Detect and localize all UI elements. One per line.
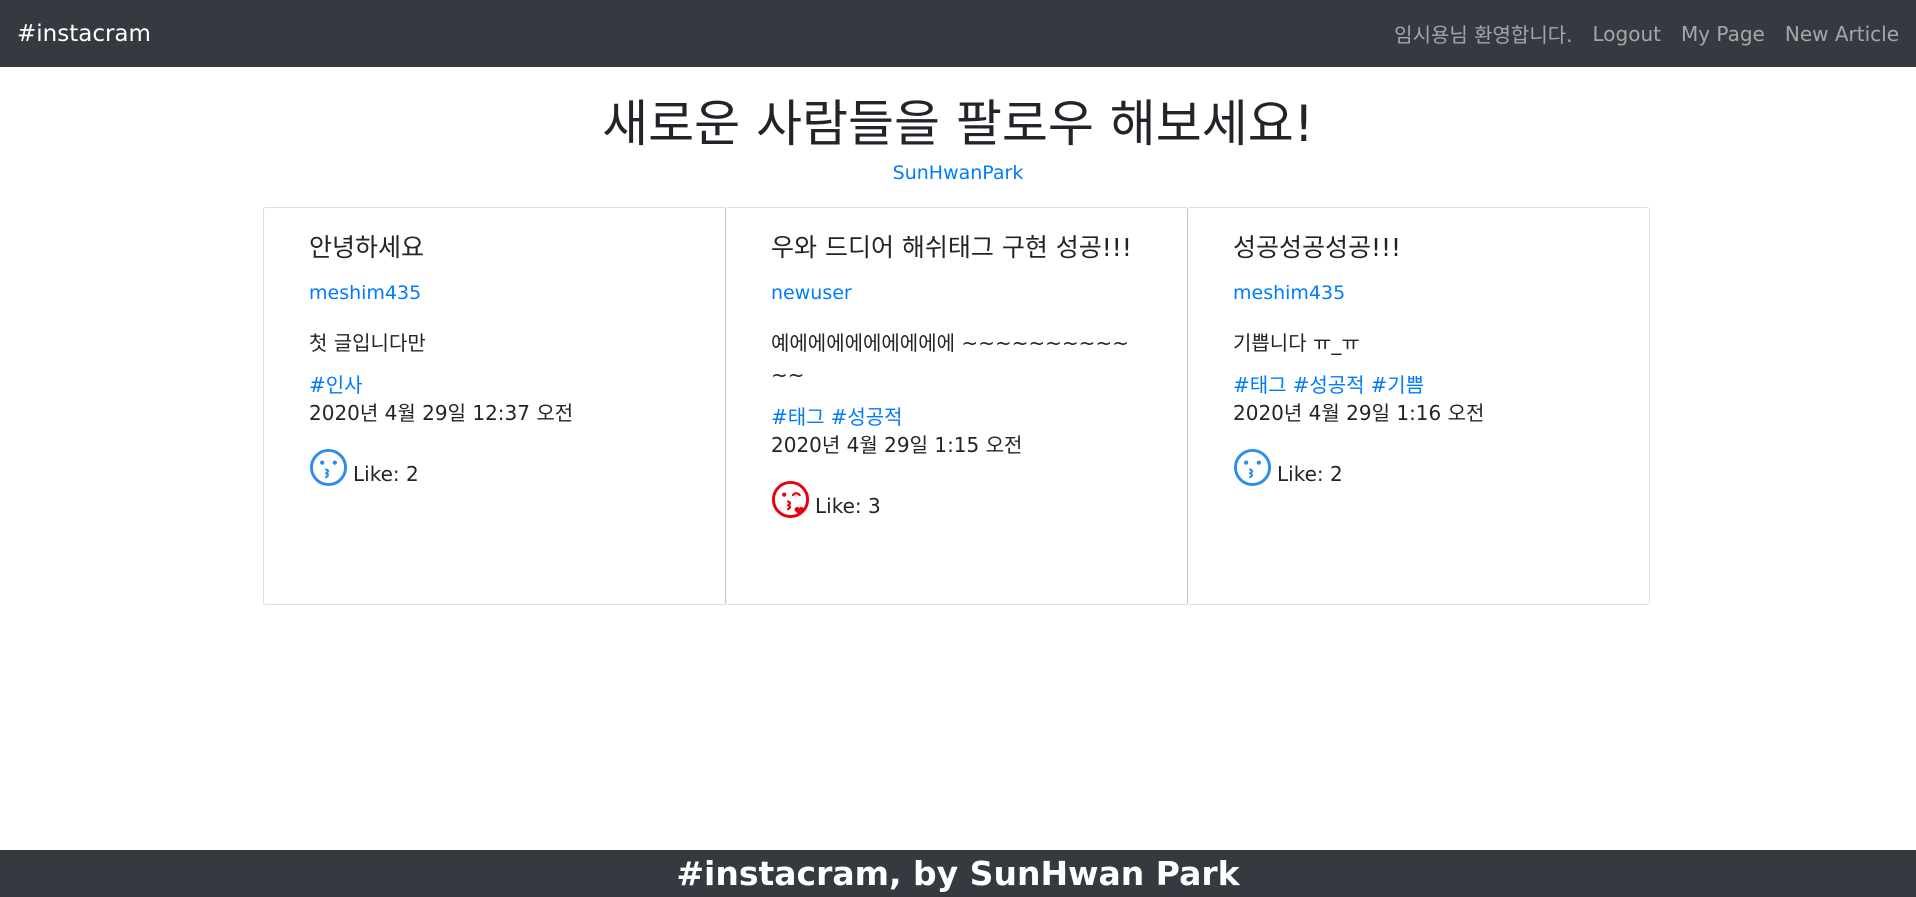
article-card: 성공성공성공!!! meshim435 기쁩니다 ㅠ_ㅠ #태그 #성공적 #기쁨 … xyxy=(1187,207,1650,605)
article-date: 2020년 4월 29일 12:37 오전 xyxy=(309,401,574,425)
article-title: 우와 드디어 해쉬태그 구현 성공!!! xyxy=(771,233,1132,262)
kissing-face-icon[interactable] xyxy=(309,448,348,487)
suggested-user-link[interactable]: SunHwanPark xyxy=(0,162,1916,184)
like-count: Like: 2 xyxy=(1277,462,1343,486)
footer: #instacram, by SunHwan Park xyxy=(0,850,1916,897)
article-title: 안녕하세요 xyxy=(309,233,425,262)
new-article-link[interactable]: New Article xyxy=(1785,22,1899,46)
article-author-link[interactable]: newuser xyxy=(771,281,1142,305)
article-body: 예에에에에에에에에에 ~~~~~~~~~~~~ xyxy=(771,331,1129,387)
hashtag-link[interactable]: #태그 xyxy=(771,404,825,430)
nav-right: 임시용님 환영합니다. Logout My Page New Article xyxy=(1394,19,1899,48)
article-tags: #인사 xyxy=(309,372,680,398)
article-author-link[interactable]: meshim435 xyxy=(309,281,680,305)
article-author-link[interactable]: meshim435 xyxy=(1233,281,1604,305)
article-card: 우와 드디어 해쉬태그 구현 성공!!! newuser 예에에에에에에에에에 … xyxy=(725,207,1188,605)
article-body: 기쁩니다 ㅠ_ㅠ xyxy=(1233,331,1360,355)
article-tags: #태그 #성공적 xyxy=(771,404,1142,430)
article-body: 첫 글입니다만 xyxy=(309,331,426,355)
hashtag-link[interactable]: #성공적 xyxy=(831,404,903,430)
page-title: 새로운 사람들을 팔로우 해보세요! xyxy=(602,95,1314,153)
hashtag-link[interactable]: #인사 xyxy=(309,372,363,398)
hashtag-link[interactable]: #기쁨 xyxy=(1371,372,1425,398)
article-date: 2020년 4월 29일 1:16 오전 xyxy=(1233,401,1485,425)
like-row: Like: 2 xyxy=(309,448,680,487)
hashtag-link[interactable]: #성공적 xyxy=(1293,372,1365,398)
kissing-face-icon[interactable] xyxy=(1233,448,1272,487)
welcome-text: 임시용님 환영합니다. xyxy=(1394,23,1573,47)
article-title: 성공성공성공!!! xyxy=(1233,233,1402,262)
like-row: Like: 2 xyxy=(1233,448,1604,487)
article-date: 2020년 4월 29일 1:15 오전 xyxy=(771,433,1023,457)
brand-link[interactable]: #instacram xyxy=(17,21,151,47)
article-card: 안녕하세요 meshim435 첫 글입니다만 #인사 2020년 4월 29일… xyxy=(263,207,726,605)
article-cards: 안녕하세요 meshim435 첫 글입니다만 #인사 2020년 4월 29일… xyxy=(263,207,1652,605)
my-page-link[interactable]: My Page xyxy=(1681,22,1765,46)
logout-link[interactable]: Logout xyxy=(1593,22,1661,46)
like-count: Like: 2 xyxy=(353,462,419,486)
like-row: Like: 3 xyxy=(771,480,1142,519)
hashtag-link[interactable]: #태그 xyxy=(1233,372,1287,398)
like-count: Like: 3 xyxy=(815,494,881,518)
kissing-face-heart-icon[interactable] xyxy=(771,480,810,519)
article-tags: #태그 #성공적 #기쁨 xyxy=(1233,372,1604,398)
top-navbar: #instacram 임시용님 환영합니다. Logout My Page Ne… xyxy=(0,0,1916,67)
